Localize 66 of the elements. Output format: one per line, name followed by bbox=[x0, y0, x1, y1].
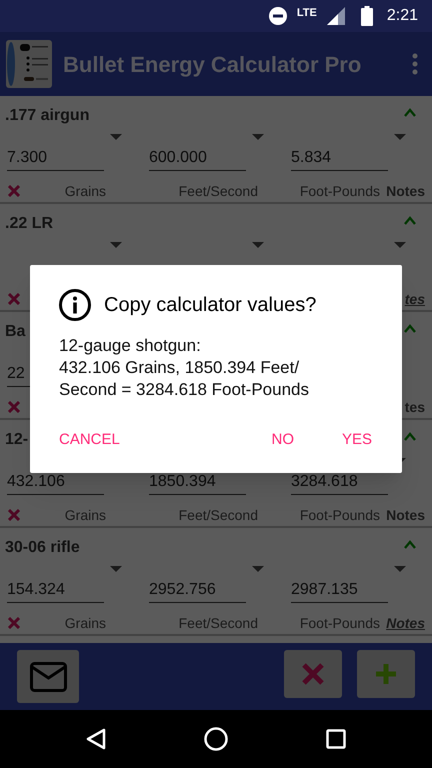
notes-link[interactable]: Notes bbox=[386, 180, 425, 202]
chevron-up-icon[interactable] bbox=[404, 324, 416, 333]
notes-link[interactable]: Notes bbox=[386, 504, 425, 526]
value-field[interactable]: 154.324 bbox=[7, 576, 104, 603]
dialog-button[interactable]: CANCEL bbox=[53, 425, 126, 456]
value-field[interactable]: 5.834 bbox=[291, 144, 388, 171]
dropdown-icon[interactable] bbox=[252, 134, 264, 140]
delete-icon[interactable] bbox=[8, 617, 20, 629]
recents-icon[interactable] bbox=[326, 729, 346, 749]
app-logo-icon bbox=[6, 40, 52, 88]
do-not-disturb-icon bbox=[268, 7, 287, 25]
unit-label: Foot-Pounds bbox=[300, 614, 380, 632]
card-title: Ba bbox=[5, 322, 26, 342]
value-field[interactable]: 2952.756 bbox=[149, 576, 246, 603]
chevron-up-icon[interactable] bbox=[404, 108, 416, 117]
value-field[interactable]: 2987.135 bbox=[291, 576, 388, 603]
home-icon[interactable] bbox=[204, 727, 228, 751]
value-field[interactable]: 7.300 bbox=[7, 144, 104, 171]
chevron-up-icon[interactable] bbox=[404, 216, 416, 225]
network-label: LTE bbox=[296, 6, 317, 21]
notes-link[interactable]: tes bbox=[404, 288, 425, 310]
app-title: Bullet Energy Calculator Pro bbox=[63, 50, 362, 79]
delete-icon[interactable] bbox=[8, 185, 20, 197]
info-icon bbox=[59, 289, 91, 321]
value-field[interactable]: 600.000 bbox=[149, 144, 246, 171]
card-title: 30-06 rifle bbox=[5, 538, 80, 558]
dropdown-icon[interactable] bbox=[252, 566, 264, 572]
dropdown-icon[interactable] bbox=[394, 134, 406, 140]
dialog-message: 12-gauge shotgun: 432.106 Grains, 1850.394 Feet/ Second = 3284.618 Foot-Pounds bbox=[59, 335, 310, 401]
card-title: .177 airgun bbox=[5, 106, 90, 126]
dialog-button[interactable]: YES bbox=[336, 425, 378, 456]
battery-icon bbox=[360, 6, 373, 26]
unit-label: Grains bbox=[64, 506, 106, 524]
notes-link[interactable]: tes bbox=[404, 396, 425, 418]
card-title: 12- bbox=[5, 430, 28, 450]
dropdown-icon[interactable] bbox=[110, 242, 122, 248]
dropdown-icon[interactable] bbox=[252, 242, 264, 248]
unit-label: Foot-Pounds bbox=[300, 506, 380, 524]
email-button[interactable] bbox=[17, 650, 79, 703]
unit-label: Feet/Second bbox=[178, 182, 258, 200]
plus-icon bbox=[375, 663, 397, 685]
unit-label: Feet/Second bbox=[178, 506, 258, 524]
signal-icon bbox=[326, 7, 345, 25]
close-icon bbox=[302, 663, 324, 685]
unit-label: Feet/Second bbox=[178, 614, 258, 632]
more-options-icon[interactable] bbox=[412, 53, 418, 75]
chevron-up-icon[interactable] bbox=[404, 432, 416, 441]
delete-icon[interactable] bbox=[8, 509, 20, 521]
dropdown-icon[interactable] bbox=[394, 242, 406, 248]
card-title: .22 LR bbox=[5, 214, 54, 234]
delete-icon[interactable] bbox=[8, 293, 20, 305]
unit-label: Grains bbox=[64, 614, 106, 632]
notes-link[interactable]: Notes bbox=[386, 612, 425, 634]
dialog-button[interactable]: NO bbox=[265, 425, 300, 456]
unit-label: Foot-Pounds bbox=[300, 182, 380, 200]
clock: 2:21 bbox=[386, 6, 418, 26]
dropdown-icon[interactable] bbox=[394, 566, 406, 572]
dialog-title: Copy calculator values? bbox=[104, 293, 316, 318]
delete-button[interactable] bbox=[284, 650, 342, 698]
unit-label: Grains bbox=[64, 182, 106, 200]
back-icon[interactable] bbox=[86, 728, 106, 750]
dropdown-icon[interactable] bbox=[110, 566, 122, 572]
chevron-up-icon[interactable] bbox=[404, 540, 416, 549]
dropdown-icon[interactable] bbox=[110, 134, 122, 140]
envelope-icon bbox=[30, 662, 66, 692]
delete-icon[interactable] bbox=[8, 401, 20, 413]
